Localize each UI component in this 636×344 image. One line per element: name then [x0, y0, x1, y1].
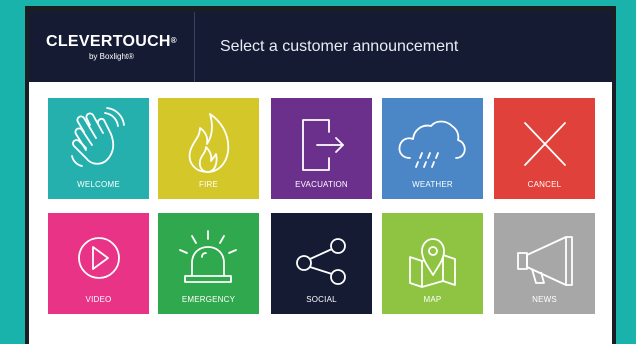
video-tile[interactable]: VIDEO [48, 213, 149, 314]
tile-label: NEWS [532, 295, 557, 304]
header-bar: CLEVERTOUCH® by Boxlight® Select a custo… [29, 12, 612, 82]
logo-registered-mark: ® [170, 35, 177, 45]
app-screen: CLEVERTOUCH® by Boxlight® Select a custo… [29, 12, 612, 344]
evacuation-tile[interactable]: EVACUATION [271, 98, 372, 199]
tile-label: MAP [423, 295, 442, 304]
page-title: Select a customer announcement [220, 38, 459, 55]
tile-label: SOCIAL [306, 295, 337, 304]
tile-label: WEATHER [412, 180, 453, 189]
welcome-tile[interactable]: WELCOME [48, 98, 149, 199]
logo-tagline: by Boxlight® [88, 51, 135, 61]
map-tile[interactable]: MAP [382, 213, 483, 314]
fire-tile[interactable]: FIRE [158, 98, 259, 199]
weather-tile[interactable]: WEATHER [382, 98, 483, 199]
emergency-tile[interactable]: EMERGENCY [158, 213, 259, 314]
tile-label: FIRE [198, 180, 219, 189]
logo-wordmark: CLEVERTOUCH [46, 32, 171, 50]
tile-label: EMERGENCY [181, 295, 236, 304]
clevertouch-logo: CLEVERTOUCH® by Boxlight® [29, 12, 195, 82]
tile-label: CANCEL [527, 180, 562, 189]
cancel-tile[interactable]: CANCEL [494, 98, 595, 199]
tile-label: EVACUATION [295, 180, 348, 189]
news-tile[interactable]: NEWS [494, 213, 595, 314]
tile-label: WELCOME [77, 180, 120, 189]
social-tile[interactable]: SOCIAL [271, 213, 372, 314]
tile-label: VIDEO [85, 295, 112, 304]
